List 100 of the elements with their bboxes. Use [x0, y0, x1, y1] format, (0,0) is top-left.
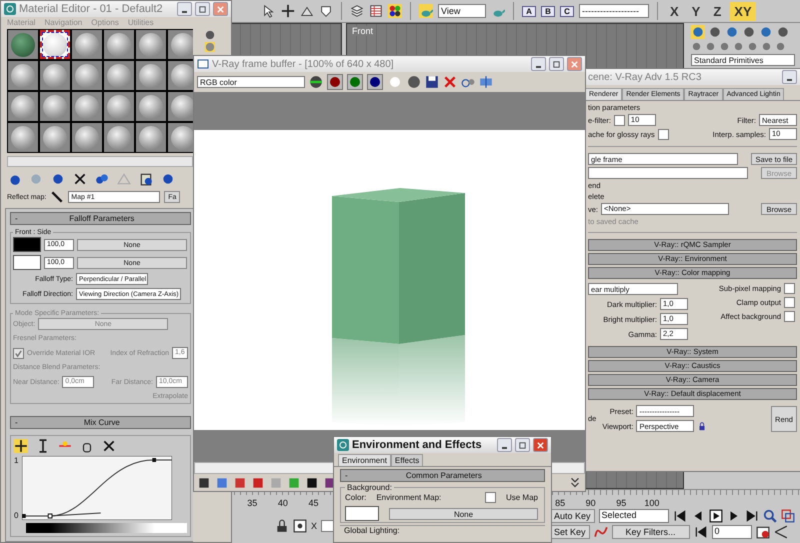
ball-icon[interactable] — [51, 172, 65, 186]
go-to-end-icon[interactable] — [744, 509, 759, 523]
teapot-icon[interactable] — [419, 4, 433, 18]
render-preset-button[interactable]: B — [541, 6, 555, 16]
glossy-cache-checkbox[interactable] — [658, 128, 669, 140]
move-icon[interactable] — [14, 439, 28, 453]
zoom-icon[interactable] — [762, 509, 777, 523]
lock-icon[interactable] — [697, 421, 708, 431]
eyedropper-icon[interactable] — [50, 190, 64, 204]
environment-map-label: Environment Map: — [376, 493, 442, 502]
axis-button[interactable]: X — [666, 2, 683, 20]
go-to-start-icon[interactable] — [694, 525, 708, 539]
sphere-icon[interactable] — [205, 30, 215, 40]
maximize-icon — [198, 4, 207, 14]
view-dropdown[interactable]: View — [438, 4, 486, 18]
maximize-icon — [552, 60, 561, 68]
rollout-header[interactable]: - Mix Curve — [10, 416, 191, 429]
maximize-button[interactable] — [515, 438, 530, 452]
save-icon[interactable] — [425, 75, 439, 89]
rollout-header[interactable]: - Falloff Parameters — [10, 212, 191, 225]
lock-icon[interactable] — [275, 518, 289, 532]
axis-button[interactable]: Y — [688, 2, 704, 20]
rgb-icon[interactable] — [309, 75, 323, 89]
color-swatch[interactable] — [345, 506, 379, 521]
tab[interactable]: Environment — [338, 454, 391, 466]
region-icon[interactable] — [479, 75, 493, 89]
set-key-button[interactable]: Set Key — [550, 525, 590, 539]
panel-tab[interactable] — [708, 25, 722, 39]
environment-map-button[interactable]: None — [389, 508, 538, 520]
minimize-button[interactable] — [782, 70, 797, 84]
frame-number: 90 — [584, 498, 597, 508]
coordinate-label: X — [311, 520, 318, 530]
crosshair-icon[interactable] — [293, 518, 307, 532]
color-swatch[interactable] — [13, 237, 41, 252]
option-checkbox[interactable] — [784, 311, 795, 322]
mono-icon[interactable] — [407, 75, 421, 89]
minimize-button[interactable] — [497, 438, 512, 452]
color-swatch[interactable] — [13, 255, 41, 270]
file-path-field[interactable] — [588, 167, 748, 179]
close-button[interactable] — [533, 438, 548, 452]
sphere-icon[interactable] — [761, 41, 772, 52]
ball-icon[interactable] — [161, 172, 175, 186]
sphere-icon[interactable] — [733, 41, 744, 52]
minimize-button[interactable] — [531, 57, 546, 71]
render-preset-button[interactable]: A — [522, 6, 536, 16]
channel-toggle[interactable] — [327, 74, 343, 90]
panel-tab[interactable] — [759, 25, 773, 39]
link-icon[interactable] — [95, 172, 109, 186]
maximize-button[interactable] — [549, 57, 564, 71]
panel-tab[interactable] — [776, 25, 790, 39]
sphere-icon[interactable] — [775, 41, 786, 52]
channel-toggle[interactable] — [367, 74, 383, 90]
rotate-icon[interactable] — [300, 4, 314, 18]
key-mode-dropdown[interactable]: Selected — [598, 509, 669, 523]
curve-graph-drawing[interactable] — [22, 456, 172, 520]
scale-icon[interactable] — [319, 4, 333, 18]
maximize-button[interactable] — [195, 2, 210, 16]
prefilter-checkbox[interactable] — [614, 114, 625, 126]
render-preset-dropdown[interactable]: ------------------- — [579, 4, 649, 18]
axis-button[interactable]: XY — [730, 2, 756, 20]
table-icon[interactable] — [369, 4, 383, 18]
scroll-bar[interactable] — [7, 156, 193, 167]
cross-icon[interactable] — [102, 439, 116, 453]
rollout-header[interactable]: - Common Parameters — [340, 469, 545, 482]
close-icon — [536, 440, 545, 450]
layers-icon[interactable] — [350, 4, 364, 18]
option-checkbox[interactable] — [784, 297, 795, 308]
window-title: Environment and Effects — [352, 439, 483, 451]
tool-icon[interactable] — [197, 476, 211, 490]
cross-icon[interactable] — [73, 172, 87, 186]
use-map-checkbox[interactable] — [484, 492, 496, 503]
sphere-icon[interactable] — [691, 41, 702, 52]
panel-tab[interactable] — [691, 25, 705, 39]
curve-icon[interactable] — [594, 525, 608, 539]
frame-field[interactable]: 0 — [712, 525, 752, 539]
panel-tab[interactable] — [742, 25, 756, 39]
sphere-icon[interactable] — [705, 41, 716, 52]
auto-key-button[interactable]: Auto Key — [550, 509, 595, 523]
chevron-icon[interactable] — [568, 476, 582, 490]
category-dropdown[interactable]: Standard Primitives — [691, 54, 795, 66]
cursor-icon[interactable] — [262, 4, 276, 18]
render-preset-button[interactable]: C — [560, 6, 574, 16]
move-icon[interactable] — [281, 4, 295, 18]
tab[interactable]: Effects — [390, 454, 424, 466]
clipboard-icon[interactable] — [139, 172, 153, 186]
sphere-icon[interactable] — [747, 41, 758, 52]
tool-icon[interactable] — [305, 476, 319, 490]
key-filters-button[interactable]: Key Filters... — [612, 525, 690, 539]
channel-toggle[interactable] — [347, 74, 363, 90]
play-icon[interactable] — [708, 509, 723, 523]
panel-tab[interactable] — [725, 25, 739, 39]
go-to-start-icon[interactable] — [672, 509, 687, 523]
zoom-all-icon[interactable] — [780, 509, 795, 523]
material-slot[interactable] — [40, 30, 70, 59]
option-checkbox[interactable] — [784, 283, 795, 294]
sphere-icon[interactable] — [719, 41, 730, 52]
minimize-button[interactable] — [177, 2, 192, 16]
axis-button[interactable]: Z — [709, 2, 726, 20]
dots-icon[interactable] — [388, 4, 402, 18]
channel-dropdown[interactable]: RGB color — [197, 76, 305, 88]
